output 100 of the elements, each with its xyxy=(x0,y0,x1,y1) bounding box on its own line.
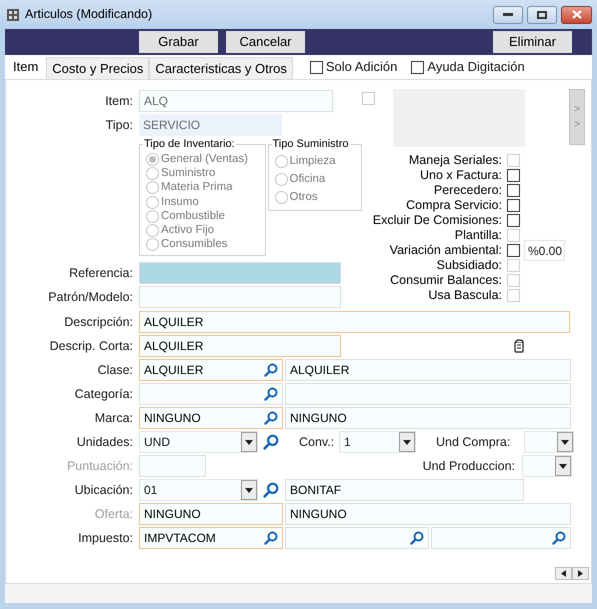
toolbar-button[interactable]: Eliminar xyxy=(493,31,572,53)
field-label: Und Produccion: xyxy=(422,458,516,475)
dropdown[interactable]: 01 xyxy=(139,479,258,501)
field-label: Patrón/Modelo: xyxy=(47,288,134,306)
input-field[interactable]: ALQ xyxy=(139,90,333,112)
checkbox-label: Usa Bascula: xyxy=(427,287,503,304)
input-field[interactable]: NINGUNO xyxy=(139,407,283,429)
radio-button[interactable] xyxy=(146,196,159,209)
radio-label[interactable]: Limpieza xyxy=(290,152,336,170)
checkbox-label: Compra Servicio: xyxy=(405,197,503,214)
field-label: Conv.: xyxy=(299,434,336,451)
close-icon xyxy=(572,10,582,19)
checkbox-label: Excluir De Comisiones: xyxy=(372,212,503,230)
input-field[interactable] xyxy=(139,383,283,405)
group-title: Tipo Suministro xyxy=(272,137,350,152)
caret-icon xyxy=(559,464,567,468)
radio-button[interactable] xyxy=(274,173,288,186)
close-button[interactable] xyxy=(561,6,592,24)
input-field[interactable]: ALQUILER xyxy=(139,359,283,381)
field-label: Puntuación: xyxy=(66,458,134,475)
input-field[interactable] xyxy=(139,262,341,284)
arrow-right-icon xyxy=(578,570,583,577)
input-field[interactable] xyxy=(431,527,571,549)
radio-button[interactable] xyxy=(146,181,159,194)
search-icon[interactable] xyxy=(263,482,279,498)
search-icon[interactable] xyxy=(264,411,278,425)
input-field[interactable]: ALQUILER xyxy=(139,335,341,357)
checkbox[interactable] xyxy=(507,199,520,212)
field-label: Item: xyxy=(104,92,134,110)
tab[interactable]: Caracteristicas y Otros xyxy=(149,57,293,79)
field-label: Und Compra: xyxy=(436,434,512,451)
input-field[interactable] xyxy=(139,455,206,477)
checkbox-label[interactable]: Ayuda Digitación xyxy=(427,57,525,77)
input-field[interactable] xyxy=(285,383,571,405)
minimize-icon xyxy=(503,12,513,16)
minimize-button[interactable] xyxy=(493,6,523,24)
input-field[interactable]: IMPVTACOM xyxy=(139,527,283,549)
checkbox-label: Perecedero: xyxy=(432,182,503,200)
field-label: Categoría: xyxy=(74,386,134,403)
scroll-right-button[interactable] xyxy=(572,567,589,580)
input-field[interactable]: SERVICIO xyxy=(139,114,282,136)
caret-icon xyxy=(245,488,253,492)
caret-icon xyxy=(245,440,253,444)
search-icon[interactable] xyxy=(552,531,566,545)
search-icon[interactable] xyxy=(263,434,279,450)
dropdown[interactable]: UND xyxy=(139,431,258,453)
radio-button[interactable] xyxy=(146,167,159,180)
checkbox-label: Variación ambiental: xyxy=(388,242,503,260)
field-label: Impuesto: xyxy=(77,530,134,547)
radio-button[interactable] xyxy=(146,153,159,166)
input-field[interactable]: NINGUNO xyxy=(285,407,571,429)
toolbar-button[interactable]: Cancelar xyxy=(226,31,305,53)
maximize-button[interactable] xyxy=(527,6,557,24)
checkbox-label: Subsidiado: xyxy=(436,257,503,274)
radio-label[interactable]: Oficina xyxy=(290,170,326,188)
radio-button[interactable] xyxy=(146,238,159,252)
dropdown[interactable] xyxy=(522,455,572,477)
maximize-icon xyxy=(537,10,547,18)
window-title: Articulos (Modificando) xyxy=(25,6,152,24)
app-icon xyxy=(6,8,20,22)
radio-button[interactable] xyxy=(146,210,159,223)
scroll-left-button[interactable] xyxy=(555,567,572,580)
dropdown[interactable]: 1 xyxy=(339,431,416,453)
caret-icon xyxy=(403,440,411,444)
radio-label[interactable]: Otros xyxy=(290,188,318,206)
field-label: Descripción: xyxy=(63,314,134,331)
checkbox[interactable] xyxy=(507,169,520,182)
field-label: Ubicación: xyxy=(74,482,134,499)
input-field[interactable]: BONITAF xyxy=(285,479,524,501)
checkbox-label: Consumir Balances: xyxy=(389,272,503,290)
checkbox-label: Plantilla: xyxy=(454,227,503,244)
input-field[interactable] xyxy=(285,527,429,549)
document-icon xyxy=(513,339,525,353)
checkbox[interactable] xyxy=(411,60,424,74)
field-label: Oferta: xyxy=(94,506,134,523)
tab[interactable]: Costo y Precios xyxy=(46,57,150,79)
search-icon[interactable] xyxy=(264,531,278,545)
checkbox-label: Maneja Seriales: xyxy=(408,152,503,170)
input-field[interactable]: %0.00 xyxy=(524,240,565,261)
toolbar-button[interactable]: Grabar xyxy=(139,31,218,53)
input-field[interactable]: ALQUILER xyxy=(285,359,571,381)
dropdown[interactable] xyxy=(524,431,574,453)
field-label: Referencia: xyxy=(68,264,134,282)
radio-button[interactable] xyxy=(274,191,288,204)
search-icon[interactable] xyxy=(264,387,278,401)
checkbox[interactable] xyxy=(507,214,520,227)
checkbox-label[interactable]: Solo Adición xyxy=(326,57,398,77)
radio-button[interactable] xyxy=(146,224,159,238)
arrow-left-icon xyxy=(561,570,566,577)
input-field[interactable]: ALQUILER xyxy=(139,311,570,333)
checkbox[interactable] xyxy=(507,184,520,197)
radio-button[interactable] xyxy=(274,155,288,168)
search-icon[interactable] xyxy=(410,531,424,545)
group-title: Tipo de Inventario: xyxy=(143,137,236,152)
checkbox[interactable] xyxy=(310,60,323,74)
search-icon[interactable] xyxy=(264,363,278,377)
checkbox[interactable] xyxy=(507,244,520,257)
input-field[interactable] xyxy=(139,286,341,308)
caret-icon xyxy=(561,440,569,444)
field-label: Unidades: xyxy=(76,434,134,451)
